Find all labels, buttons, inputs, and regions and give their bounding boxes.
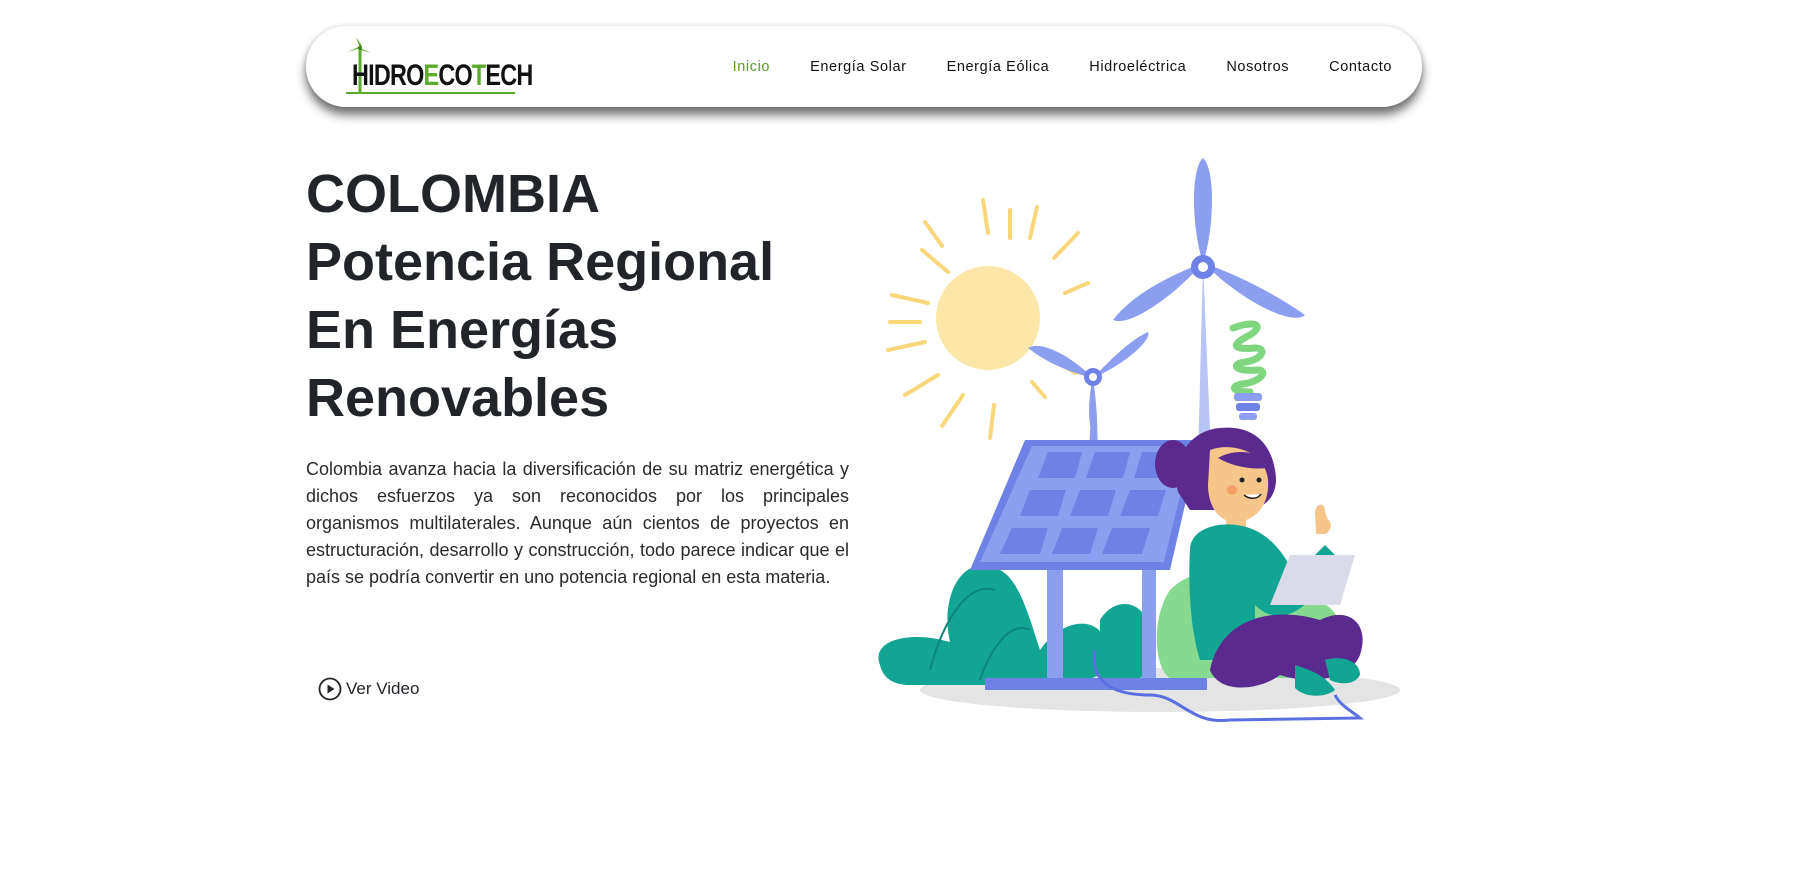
hero-title-line-4: Renovables: [306, 368, 610, 428]
nav-link-contacto[interactable]: Contacto: [1329, 59, 1392, 75]
nav-link-energia-eolica[interactable]: Energía Eólica: [947, 59, 1050, 75]
play-circle-icon: [318, 677, 342, 701]
hero-title-line-3: En Energías: [306, 300, 619, 360]
cfl-bulb-icon: [1229, 320, 1267, 420]
logo-wordmark: HIDROECOTECH: [352, 59, 533, 92]
logo-underline: [346, 92, 515, 94]
nav-links: Inicio Energía Solar Energía Eólica Hidr…: [693, 26, 1392, 107]
ver-video-button[interactable]: Ver Video: [318, 677, 419, 701]
hero-title: COLOMBIA Potencia Regional En Energías R…: [306, 160, 846, 432]
sun-icon: [886, 198, 1090, 440]
nav-link-hidroelectrica[interactable]: Hidroeléctrica: [1089, 59, 1186, 75]
ver-video-label: Ver Video: [346, 679, 420, 698]
nav-link-energia-solar[interactable]: Energía Solar: [810, 59, 906, 75]
renewable-energy-illustration: [878, 158, 1400, 723]
hero-title-line-2: Potencia Regional: [306, 232, 775, 292]
nav-link-nosotros[interactable]: Nosotros: [1226, 59, 1289, 75]
navbar: HIDROECOTECH Inicio Energía Solar Energí…: [306, 26, 1422, 107]
brand-logo[interactable]: HIDROECOTECH: [340, 36, 533, 96]
hero-title-line-1: COLOMBIA: [306, 164, 600, 224]
hero-paragraph: Colombia avanza hacia la diversificación…: [306, 459, 849, 587]
nav-link-inicio[interactable]: Inicio: [733, 59, 770, 75]
